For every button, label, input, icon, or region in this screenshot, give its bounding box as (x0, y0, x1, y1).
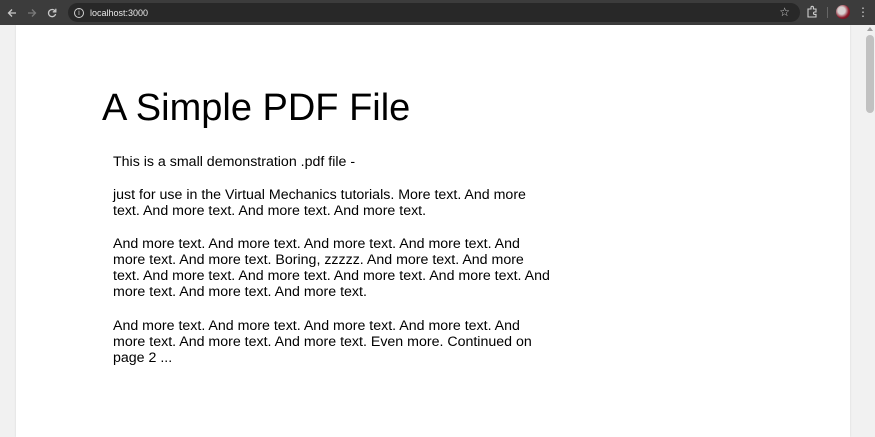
vertical-scrollbar[interactable] (864, 25, 875, 437)
paragraph-1: This is a small demonstration .pdf file … (113, 154, 356, 170)
profile-avatar[interactable] (836, 5, 850, 19)
reload-icon[interactable] (42, 3, 62, 23)
browser-toolbar: i localhost:3000 ☆ ⋮ (0, 0, 875, 25)
bookmark-star-icon[interactable]: ☆ (779, 5, 790, 19)
kebab-menu-icon[interactable]: ⋮ (857, 4, 869, 20)
toolbar-divider (827, 7, 828, 18)
site-info-icon[interactable]: i (74, 7, 84, 18)
paragraph-4: And more text. And more text. And more t… (113, 318, 532, 366)
scroll-up-arrow-icon[interactable] (867, 27, 873, 31)
document-title: A Simple PDF File (102, 87, 411, 129)
extensions-icon[interactable] (805, 5, 819, 19)
paragraph-2: just for use in the Virtual Mechanics tu… (113, 187, 526, 219)
scrollbar-thumb[interactable] (866, 35, 874, 113)
forward-arrow-icon[interactable] (22, 3, 42, 23)
pdf-page: A Simple PDF File This is a small demons… (16, 25, 850, 437)
paragraph-3: And more text. And more text. And more t… (113, 236, 550, 300)
page-viewport: A Simple PDF File This is a small demons… (0, 25, 875, 437)
back-arrow-icon[interactable] (2, 3, 22, 23)
url-text[interactable]: localhost:3000 (90, 8, 148, 18)
address-bar[interactable]: i localhost:3000 ☆ (68, 3, 800, 22)
